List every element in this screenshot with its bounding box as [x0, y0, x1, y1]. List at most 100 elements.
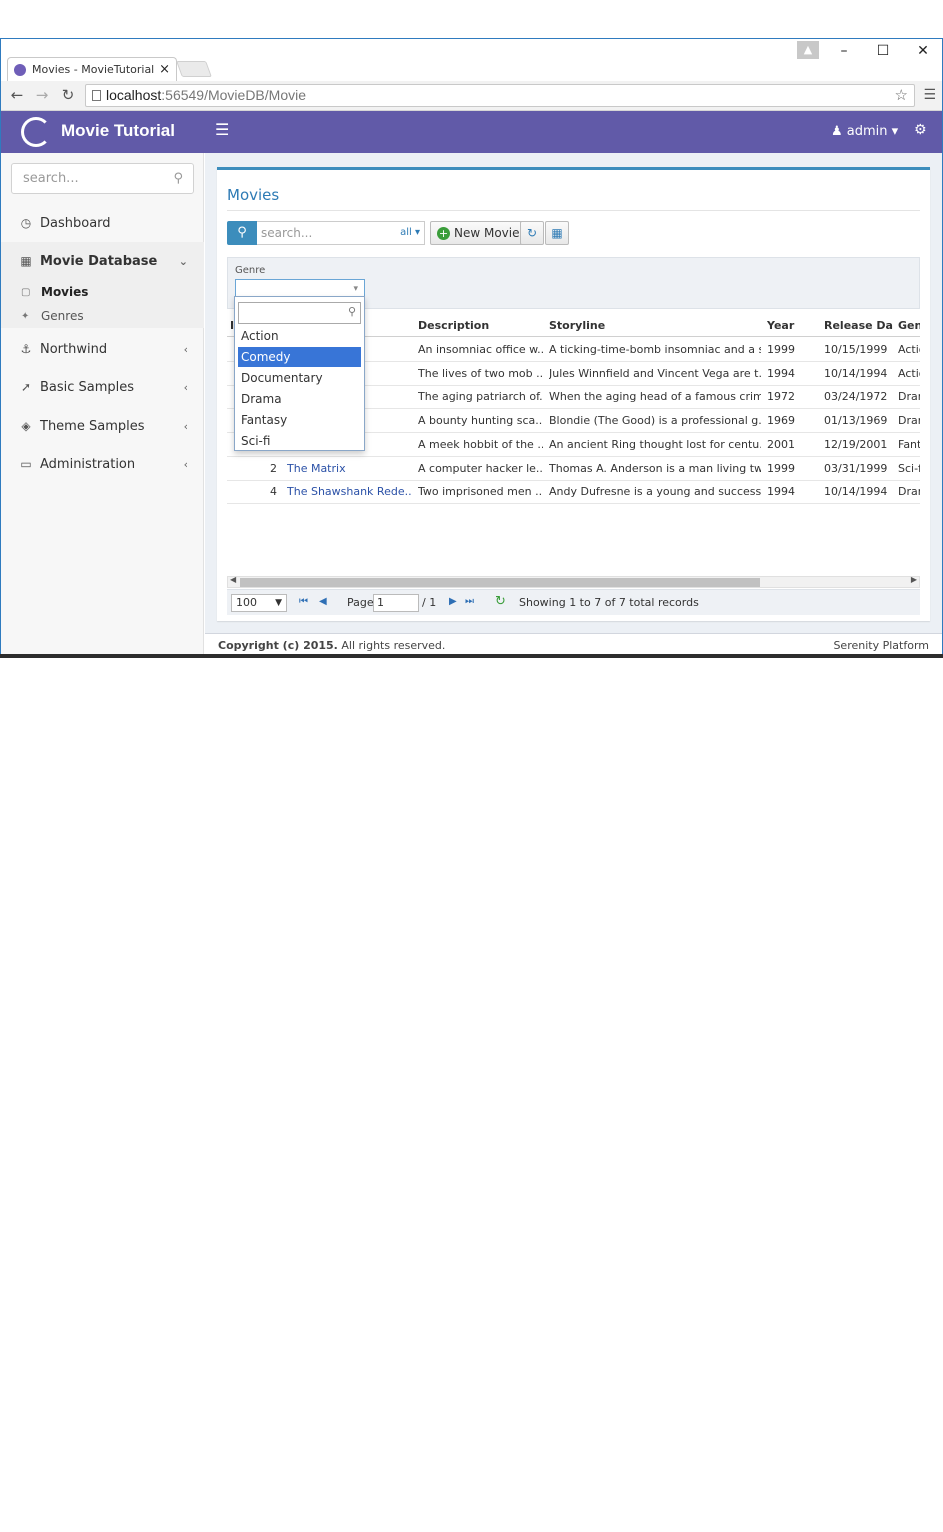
browser-menu-icon[interactable]: ☰ — [923, 87, 936, 103]
url-host: localhost — [106, 87, 162, 103]
sidebar: search... ⚲ ◷ Dashboard ▦ Movie Database… — [1, 153, 204, 656]
chevron-down-icon: ⌄ — [178, 254, 188, 268]
magic-icon: ➚ — [20, 380, 32, 394]
sidebar-item-northwind[interactable]: ⚓ Northwind ‹ — [1, 330, 204, 368]
column-picker-button[interactable]: ▦ — [545, 221, 569, 245]
search-icon: ⚲ — [237, 225, 247, 240]
profile-icon[interactable]: ▲ — [797, 41, 819, 59]
gears-icon[interactable]: ⚙ — [914, 122, 927, 138]
sidebar-item-dashboard[interactable]: ◷ Dashboard — [1, 204, 204, 242]
sidebar-item-label: Genres — [41, 309, 84, 323]
new-tab-button[interactable] — [176, 61, 212, 77]
sidebar-item-genres[interactable]: ✦ Genres — [1, 304, 204, 328]
dropdown-option[interactable]: Fantasy — [238, 410, 361, 430]
column-header-description[interactable]: Description — [418, 319, 543, 332]
user-menu[interactable]: ♟ admin ▾ — [831, 124, 898, 139]
prev-page-icon[interactable]: ◀ — [319, 596, 327, 607]
reload-icon[interactable]: ↻ — [59, 86, 77, 104]
cell-release-date: 01/13/1969 — [824, 414, 888, 428]
cell-year: 1999 — [767, 461, 795, 475]
cell-genre: Dram — [898, 414, 920, 428]
back-arrow-icon[interactable]: ← — [8, 86, 26, 104]
forward-arrow-icon[interactable]: → — [33, 86, 51, 104]
next-page-icon[interactable]: ▶ — [449, 596, 457, 607]
sidebar-item-label: Movies — [41, 285, 89, 299]
cell-year: 2001 — [767, 437, 795, 451]
sidebar-search-input[interactable]: search... ⚲ — [11, 163, 194, 194]
site-favicon-icon — [14, 63, 26, 76]
grid-pager: 100 ▼ ⏮ ◀ Page 1 / 1 ▶ ⏭ ↻ Showing 1 to 7… — [227, 589, 920, 615]
cell-description: The lives of two mob ... — [418, 366, 543, 380]
cell-release-date: 12/19/2001 — [824, 437, 888, 451]
tab-close-icon[interactable]: × — [159, 62, 170, 77]
dashboard-icon: ◷ — [20, 216, 32, 230]
caret-down-icon: ▾ — [353, 284, 358, 294]
url-input[interactable]: localhost:56549/MovieDB/Movie ☆ — [85, 84, 915, 107]
cell-release-date: 10/14/1994 — [824, 366, 888, 380]
platform-link[interactable]: Serenity Platform — [833, 639, 929, 652]
maximize-button[interactable]: ☐ — [873, 43, 893, 59]
quick-search-button[interactable]: ⚲ — [227, 221, 257, 245]
dropdown-option[interactable]: Sci-fi — [238, 431, 361, 451]
column-header-year[interactable]: Year — [767, 319, 817, 332]
bookmark-star-icon[interactable]: ☆ — [895, 85, 908, 106]
scroll-right-icon[interactable]: ▶ — [911, 575, 917, 584]
quick-search-field-select[interactable]: all ▾ — [400, 222, 420, 244]
cell-genre: Sci-f — [898, 461, 920, 475]
last-page-icon[interactable]: ⏭ — [465, 596, 474, 607]
refresh-grid-button[interactable]: ↻ — [520, 221, 544, 245]
close-window-button[interactable]: ✕ — [913, 43, 933, 59]
cell-storyline: A ticking-time-bomb insomniac and a s... — [549, 343, 761, 356]
page-size-select[interactable]: 100 ▼ — [231, 594, 287, 612]
scroll-left-icon[interactable]: ◀ — [230, 575, 236, 584]
page-icon — [92, 90, 101, 101]
column-header-storyline[interactable]: Storyline — [549, 319, 759, 332]
sidebar-toggle-icon[interactable]: ☰ — [215, 120, 229, 139]
sidebar-item-label: Basic Samples — [40, 379, 135, 395]
table-row[interactable]: 4 The Shawshank Rede... Two imprisoned men… — [227, 480, 920, 505]
user-icon: ♟ — [831, 124, 843, 139]
sidebar-item-movie-database[interactable]: ▦ Movie Database ⌄ — [1, 242, 204, 280]
dropdown-option[interactable]: Action — [238, 326, 361, 346]
cell-release-date: 10/14/1994 — [824, 485, 888, 499]
browser-titlebar: Movies - MovieTutorial × ▲ – ☐ ✕ — [1, 39, 942, 81]
table-row[interactable]: 2 The Matrix A computer hacker le... Thomas… — [227, 457, 920, 481]
scrollbar-thumb[interactable] — [240, 578, 760, 587]
reload-icon[interactable]: ↻ — [495, 594, 506, 609]
column-header-release-date[interactable]: Release Da... — [824, 319, 894, 332]
page-number-input[interactable]: 1 — [373, 594, 419, 612]
sidebar-item-theme-samples[interactable]: ◈ Theme Samples ‹ — [1, 407, 204, 445]
cell-title[interactable]: The Matrix — [287, 462, 412, 475]
sidebar-item-label: Theme Samples — [40, 418, 145, 434]
column-header-genre[interactable]: Gen — [898, 319, 920, 332]
cell-release-date: 10/15/1999 — [824, 343, 888, 356]
sidebar-item-basic-samples[interactable]: ➚ Basic Samples ‹ — [1, 368, 204, 406]
cell-title[interactable]: The Shawshank Rede... — [287, 485, 412, 498]
sidebar-item-label: Northwind — [40, 341, 108, 357]
browser-tab[interactable]: Movies - MovieTutorial × — [7, 57, 177, 81]
diamond-icon: ◈ — [21, 419, 31, 433]
sidebar-item-administration[interactable]: ▭ Administration ‹ — [1, 445, 204, 483]
dropdown-option[interactable]: Documentary — [238, 368, 361, 388]
copyright: Copyright (c) 2015. All rights reserved. — [218, 639, 445, 652]
page-size-value: 100 — [236, 596, 257, 609]
dropdown-search-input[interactable]: ⚲ — [238, 302, 361, 324]
grid-horizontal-scrollbar[interactable]: ◀ ▶ — [227, 575, 920, 588]
sidebar-item-movies[interactable]: ▢ Movies — [1, 280, 204, 304]
minimize-button[interactable]: – — [834, 43, 854, 59]
quick-search-input[interactable]: search... all ▾ — [257, 221, 425, 245]
title-divider — [227, 210, 920, 211]
cell-storyline: Blondie (The Good) is a professional g..… — [549, 414, 761, 428]
dropdown-option[interactable]: Drama — [238, 389, 361, 409]
new-movie-button[interactable]: + New Movie — [430, 221, 527, 245]
app-brand[interactable]: Movie Tutorial — [61, 121, 175, 141]
first-page-icon[interactable]: ⏮ — [299, 596, 308, 607]
dropdown-option[interactable]: Comedy — [238, 347, 361, 367]
cell-year: 1969 — [767, 414, 795, 428]
page-title: Movies — [227, 186, 280, 204]
cell-description: Two imprisoned men ... — [418, 485, 543, 499]
search-icon[interactable]: ⚲ — [173, 164, 183, 193]
cell-year: 1994 — [767, 366, 795, 380]
film-icon: ▢ — [21, 286, 31, 298]
search-icon: ⚲ — [347, 305, 356, 318]
